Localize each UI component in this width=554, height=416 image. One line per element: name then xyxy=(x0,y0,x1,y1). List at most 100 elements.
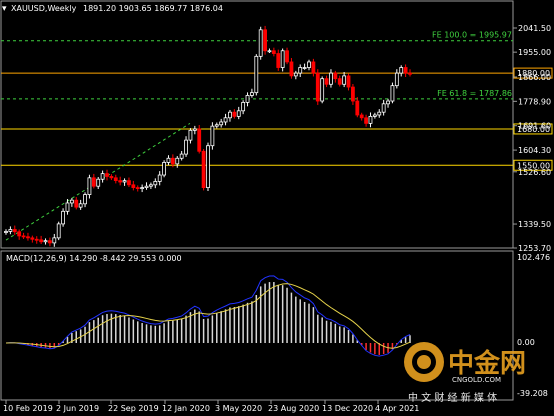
candle-body[interactable] xyxy=(271,50,276,54)
candle-body[interactable] xyxy=(324,78,329,85)
candle-body[interactable] xyxy=(267,50,272,53)
candle-body[interactable] xyxy=(135,187,140,189)
candle-body[interactable] xyxy=(333,72,338,80)
candle-body[interactable] xyxy=(179,153,184,159)
candle-body[interactable] xyxy=(329,72,333,85)
candle-body[interactable] xyxy=(170,157,175,165)
macd-label: MACD(12,26,9) 14.290 -8.442 29.553 0.000 xyxy=(6,254,182,263)
candle-body[interactable] xyxy=(39,239,44,243)
candle-body[interactable] xyxy=(201,150,206,188)
candle-body[interactable] xyxy=(175,157,180,165)
candle-body[interactable] xyxy=(109,176,114,179)
candle-body[interactable] xyxy=(315,72,320,102)
candle-body[interactable] xyxy=(359,114,364,119)
candle-body[interactable] xyxy=(34,238,39,241)
candle-body[interactable] xyxy=(43,240,48,243)
candle-body[interactable] xyxy=(364,117,368,124)
candle-body[interactable] xyxy=(390,85,395,102)
candle-body[interactable] xyxy=(65,202,70,212)
candle-body[interactable] xyxy=(241,102,246,112)
candle-body[interactable] xyxy=(289,61,294,77)
candle-body[interactable] xyxy=(346,75,351,88)
price-axis-label: 1778.90 xyxy=(518,97,551,106)
candle-body[interactable] xyxy=(96,178,101,187)
candle-body[interactable] xyxy=(17,231,22,237)
candle-body[interactable] xyxy=(298,67,303,74)
candle-body[interactable] xyxy=(74,199,79,208)
candle-body[interactable] xyxy=(162,162,166,176)
candle-body[interactable] xyxy=(113,177,118,182)
candle-body[interactable] xyxy=(307,61,311,68)
candle-body[interactable] xyxy=(368,115,373,124)
candle-body[interactable] xyxy=(223,117,228,123)
ohlc-readout: 1891.20 1903.65 1869.77 1876.04 xyxy=(83,4,223,13)
candle-body[interactable] xyxy=(342,75,347,85)
candle-body[interactable] xyxy=(56,223,61,239)
candle-body[interactable] xyxy=(377,111,382,116)
candle-body[interactable] xyxy=(8,229,13,232)
candle-body[interactable] xyxy=(91,177,96,187)
candle-body[interactable] xyxy=(184,139,188,155)
candle-body[interactable] xyxy=(48,240,52,244)
candle-body[interactable] xyxy=(258,29,263,57)
candle-body[interactable] xyxy=(87,177,92,195)
candle-body[interactable] xyxy=(219,121,224,126)
candle-body[interactable] xyxy=(250,92,254,96)
candle-body[interactable] xyxy=(302,67,307,69)
candle-body[interactable] xyxy=(153,181,158,186)
candle-body[interactable] xyxy=(69,199,74,204)
candle-body[interactable] xyxy=(408,72,412,75)
candle-body[interactable] xyxy=(4,231,8,233)
candle-body[interactable] xyxy=(78,203,83,208)
chart-header: ▾ XAUUSD,Weekly 1891.20 1903.65 1869.77 … xyxy=(2,4,223,14)
candle-body[interactable] xyxy=(210,125,215,147)
candle-body[interactable] xyxy=(166,157,171,163)
candle-body[interactable] xyxy=(52,237,57,244)
candle-body[interactable] xyxy=(381,103,386,113)
candle-body[interactable] xyxy=(394,72,399,87)
candle-body[interactable] xyxy=(372,114,377,117)
candle-body[interactable] xyxy=(285,50,289,63)
candle-body[interactable] xyxy=(12,229,17,233)
candle-body[interactable] xyxy=(214,124,219,127)
candle-body[interactable] xyxy=(293,72,298,77)
candle-body[interactable] xyxy=(83,194,87,205)
candle-body[interactable] xyxy=(21,235,26,238)
candle-body[interactable] xyxy=(311,61,316,74)
candle-body[interactable] xyxy=(131,184,136,188)
candle-body[interactable] xyxy=(30,237,35,240)
price-axis-label: 1339.50 xyxy=(518,220,551,229)
candle-body[interactable] xyxy=(197,128,202,152)
symbol-label: XAUUSD,Weekly xyxy=(11,4,77,13)
candle-body[interactable] xyxy=(320,78,325,102)
candle-body[interactable] xyxy=(337,78,342,85)
candle-body[interactable] xyxy=(122,180,127,183)
candle-body[interactable] xyxy=(399,67,404,74)
candle-body[interactable] xyxy=(26,236,30,239)
candle-body[interactable] xyxy=(351,86,355,102)
candle-body[interactable] xyxy=(403,67,408,74)
candle-body[interactable] xyxy=(188,129,193,141)
candle-body[interactable] xyxy=(157,174,162,182)
candle-body[interactable] xyxy=(127,180,131,186)
candle-body[interactable] xyxy=(140,187,145,189)
candle-body[interactable] xyxy=(355,100,360,116)
candle-body[interactable] xyxy=(192,128,197,131)
candle-body[interactable] xyxy=(276,53,281,68)
candle-body[interactable] xyxy=(149,184,153,187)
candle-body[interactable] xyxy=(280,50,285,68)
candle-body[interactable] xyxy=(105,173,109,177)
candle-body[interactable] xyxy=(144,185,149,188)
chart-canvas[interactable]: 1880.001680.001550.00 FE 100.0 = 1995.97… xyxy=(0,0,554,416)
candle-body[interactable] xyxy=(228,111,232,119)
candle-body[interactable] xyxy=(118,180,123,183)
candle-body[interactable] xyxy=(206,145,210,188)
candle-body[interactable] xyxy=(232,111,237,117)
candle-body[interactable] xyxy=(61,210,65,225)
candle-body[interactable] xyxy=(245,95,250,103)
candle-body[interactable] xyxy=(263,29,267,52)
candle-body[interactable] xyxy=(100,173,105,180)
candle-body[interactable] xyxy=(236,110,241,117)
candle-body[interactable] xyxy=(254,55,259,94)
candle-body[interactable] xyxy=(386,100,390,105)
